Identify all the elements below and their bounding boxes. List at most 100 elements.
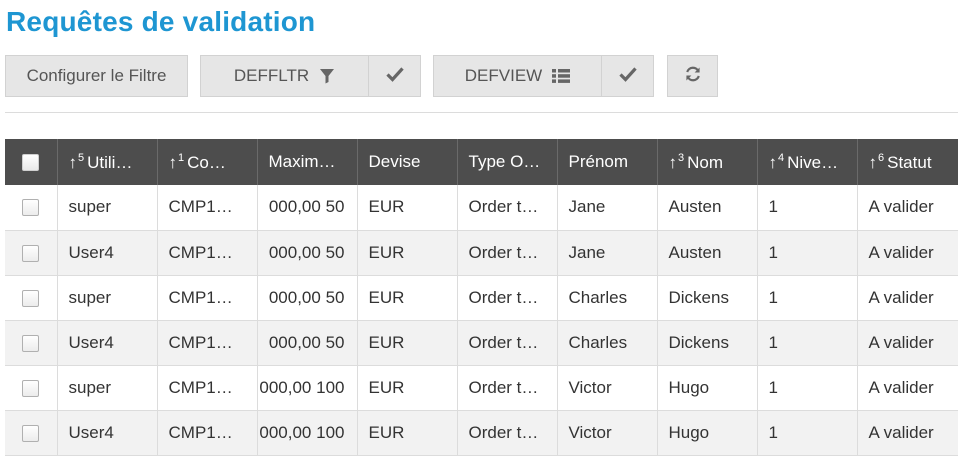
filter-select-button[interactable]: DEFFLTR	[200, 55, 369, 97]
cell-first-name: Victor	[557, 410, 658, 456]
toolbar-divider	[5, 112, 958, 113]
refresh-icon	[684, 65, 702, 88]
cell-maximum: 100 000,00	[257, 365, 358, 411]
cell-order-type: Order t…	[457, 230, 558, 276]
cell-first-name: Victor	[557, 365, 658, 411]
validation-requests-table: ↑5 Utili… ↑1 Co… Maxim… Devise Type O… Pré…	[5, 139, 958, 456]
cell-maximum: 50 000,00	[257, 320, 358, 366]
column-header-company[interactable]: ↑1 Co…	[157, 139, 258, 185]
view-name-label: DEFVIEW	[464, 66, 543, 85]
table-row[interactable]: super CMP1… 50 000,00 EUR Order t… Jane …	[5, 185, 958, 231]
cell-last-name: Dickens	[657, 275, 758, 321]
cell-currency: EUR	[357, 275, 458, 321]
column-header-order-type[interactable]: Type O…	[457, 139, 558, 185]
row-select-cell	[5, 410, 58, 456]
table-body: super CMP1… 50 000,00 EUR Order t… Jane …	[5, 185, 958, 456]
cell-last-name: Hugo	[657, 410, 758, 456]
row-checkbox[interactable]	[22, 424, 40, 442]
row-checkbox[interactable]	[22, 244, 40, 262]
cell-order-type: Order t…	[457, 185, 558, 231]
cell-order-type: Order t…	[457, 320, 558, 366]
cell-user: User4	[57, 230, 158, 276]
cell-first-name: Charles	[557, 320, 658, 366]
cell-first-name: Jane	[557, 230, 658, 276]
column-header-maximum[interactable]: Maxim…	[257, 139, 358, 185]
list-icon	[552, 68, 571, 84]
cell-maximum: 100 000,00	[257, 410, 358, 456]
cell-level: 1	[757, 365, 858, 411]
cell-currency: EUR	[357, 410, 458, 456]
cell-level: 1	[757, 230, 858, 276]
row-checkbox[interactable]	[22, 199, 40, 217]
cell-company: CMP1…	[157, 185, 258, 231]
table-row[interactable]: super CMP1… 50 000,00 EUR Order t… Charl…	[5, 275, 958, 321]
cell-company: CMP1…	[157, 320, 258, 366]
column-header-last-name[interactable]: ↑3 Nom	[657, 139, 758, 185]
cell-status: A valider	[857, 365, 958, 411]
cell-level: 1	[757, 320, 858, 366]
apply-filter-button[interactable]	[368, 55, 421, 97]
table-row[interactable]: super CMP1… 100 000,00 EUR Order t… Vict…	[5, 365, 958, 411]
cell-last-name: Austen	[657, 230, 758, 276]
cell-status: A valider	[857, 185, 958, 231]
row-select-cell	[5, 320, 58, 366]
cell-maximum: 50 000,00	[257, 275, 358, 321]
row-select-cell	[5, 275, 58, 321]
configure-filter-button[interactable]: Configurer le Filtre	[5, 55, 188, 97]
cell-order-type: Order t…	[457, 275, 558, 321]
cell-first-name: Jane	[557, 185, 658, 231]
cell-user: User4	[57, 410, 158, 456]
table-row[interactable]: User4 CMP1… 100 000,00 EUR Order t… Vict…	[5, 410, 958, 456]
checkmark-icon	[618, 66, 637, 87]
cell-level: 1	[757, 185, 858, 231]
cell-order-type: Order t…	[457, 365, 558, 411]
row-select-cell	[5, 365, 58, 411]
table-row[interactable]: User4 CMP1… 50 000,00 EUR Order t… Jane …	[5, 230, 958, 276]
cell-maximum: 50 000,00	[257, 230, 358, 276]
cell-currency: EUR	[357, 365, 458, 411]
table-header-row: ↑5 Utili… ↑1 Co… Maxim… Devise Type O… Pré…	[5, 139, 958, 185]
cell-status: A valider	[857, 230, 958, 276]
cell-last-name: Dickens	[657, 320, 758, 366]
row-checkbox[interactable]	[22, 379, 40, 397]
column-header-first-name[interactable]: Prénom	[557, 139, 658, 185]
filter-name-label: DEFFLTR	[233, 66, 310, 85]
cell-company: CMP1…	[157, 410, 258, 456]
cell-user: super	[57, 275, 158, 321]
refresh-button[interactable]	[667, 55, 718, 97]
cell-status: A valider	[857, 410, 958, 456]
row-checkbox[interactable]	[22, 289, 40, 307]
cell-first-name: Charles	[557, 275, 658, 321]
cell-company: CMP1…	[157, 275, 258, 321]
cell-company: CMP1…	[157, 230, 258, 276]
table-row[interactable]: User4 CMP1… 50 000,00 EUR Order t… Charl…	[5, 320, 958, 366]
checkmark-icon	[385, 66, 404, 87]
row-select-cell	[5, 185, 58, 231]
column-header-currency[interactable]: Devise	[357, 139, 458, 185]
row-checkbox[interactable]	[22, 334, 40, 352]
cell-company: CMP1…	[157, 365, 258, 411]
cell-order-type: Order t…	[457, 410, 558, 456]
column-header-status[interactable]: ↑6 Statut	[857, 139, 958, 185]
cell-status: A valider	[857, 275, 958, 321]
cell-user: super	[57, 365, 158, 411]
cell-currency: EUR	[357, 320, 458, 366]
cell-last-name: Austen	[657, 185, 758, 231]
cell-last-name: Hugo	[657, 365, 758, 411]
select-all-checkbox[interactable]	[22, 154, 40, 172]
configure-filter-label: Configurer le Filtre	[26, 66, 167, 85]
row-select-cell	[5, 230, 58, 276]
page-title: Requêtes de validation	[6, 6, 316, 37]
column-header-user[interactable]: ↑5 Utili…	[57, 139, 158, 185]
column-header-level[interactable]: ↑4 Nive…	[757, 139, 858, 185]
cell-user: super	[57, 185, 158, 231]
apply-view-button[interactable]	[601, 55, 654, 97]
view-select-button[interactable]: DEFVIEW	[433, 55, 602, 97]
cell-maximum: 50 000,00	[257, 185, 358, 231]
funnel-icon	[319, 68, 335, 84]
cell-currency: EUR	[357, 230, 458, 276]
cell-level: 1	[757, 410, 858, 456]
cell-currency: EUR	[357, 185, 458, 231]
cell-level: 1	[757, 275, 858, 321]
cell-user: User4	[57, 320, 158, 366]
